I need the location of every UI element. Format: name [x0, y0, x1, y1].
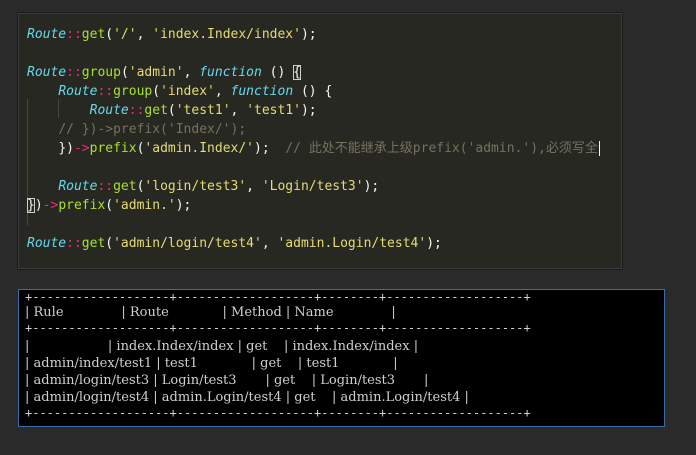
- string-token: 'Login/test3': [261, 179, 364, 194]
- code-line-10[interactable]: })->prefix('admin.');: [27, 196, 191, 215]
- comment-token: // })->prefix('Index/');: [58, 122, 247, 137]
- table-row: | admin/login/test3 | Login/test3 | get …: [25, 373, 429, 388]
- table-border-top: +-------------------+-------------------…: [25, 290, 531, 304]
- string-token: 'test1': [175, 103, 231, 118]
- table-header: | Rule | Route | Method | Name |: [25, 305, 396, 320]
- paren-token: (: [105, 236, 114, 251]
- paren-token: (: [105, 27, 114, 42]
- operator-token: ::: [66, 65, 82, 80]
- class-token: Route: [27, 27, 67, 42]
- operator-token: ::: [66, 236, 82, 251]
- close-token: );: [300, 103, 317, 118]
- matched-brace: }: [27, 198, 35, 213]
- table-row: | | index.Index/index | get | index.Inde…: [25, 339, 419, 354]
- code-line-6[interactable]: // })->prefix('Index/');: [27, 120, 246, 139]
- operator-token: ::: [66, 27, 82, 42]
- matched-brace: {: [293, 65, 301, 80]
- close-token: );: [426, 236, 442, 251]
- method-token: prefix: [89, 141, 137, 156]
- code-line-5[interactable]: Route::get('test1', 'test1');: [27, 101, 317, 120]
- separator-token: ,: [183, 65, 200, 80]
- table-border-mid: +-------------------+-------------------…: [25, 321, 531, 335]
- string-token: 'login/test3': [144, 179, 247, 194]
- class-token: Route: [27, 65, 67, 80]
- close-token: );: [254, 141, 270, 156]
- class-token: Route: [58, 84, 98, 99]
- code-line-3[interactable]: Route::group('admin', function () {: [27, 63, 301, 82]
- code-line-12[interactable]: Route::get('admin/login/test4', 'admin.L…: [27, 234, 442, 253]
- string-token: 'test1': [246, 103, 301, 118]
- paren-token: (: [167, 103, 176, 118]
- code-editor[interactable]: Route::get('/', 'index.Index/index'); Ro…: [18, 13, 622, 269]
- paren-token: (: [152, 84, 161, 99]
- close-token: );: [300, 27, 317, 42]
- method-token: get: [81, 236, 106, 251]
- close-group-token: }): [58, 141, 74, 156]
- separator-token: ,: [136, 27, 153, 42]
- separator-token: ,: [261, 236, 278, 251]
- operator-token: ::: [128, 103, 145, 118]
- class-token: Route: [89, 103, 129, 118]
- code-line-9[interactable]: Route::get('login/test3', 'Login/test3')…: [27, 177, 379, 196]
- separator-token: ,: [246, 179, 262, 194]
- string-token: 'index.Index/index': [152, 27, 301, 42]
- console-output[interactable]: +-------------------+-------------------…: [18, 289, 665, 427]
- method-token: prefix: [58, 198, 106, 213]
- close-token: );: [175, 198, 192, 213]
- table-row: | admin/index/test1 | test1 | get | test…: [25, 356, 398, 371]
- method-token: get: [113, 179, 137, 194]
- method-token: get: [81, 27, 106, 42]
- operator-token: ::: [97, 179, 114, 194]
- code-line-1[interactable]: Route::get('/', 'index.Index/index');: [27, 25, 317, 44]
- arrow-token: ->: [73, 141, 90, 156]
- code-line-4[interactable]: Route::group('index', function () {: [27, 82, 332, 101]
- separator-token: ,: [230, 103, 247, 118]
- string-token: 'admin.': [113, 198, 176, 213]
- string-token: 'admin.Index/': [144, 141, 254, 156]
- close-token: );: [363, 179, 380, 194]
- paren-token: (: [120, 65, 129, 80]
- string-token: 'admin/login/test4': [113, 236, 262, 251]
- string-token: 'index': [160, 84, 215, 99]
- method-token: group: [81, 65, 121, 80]
- string-token: 'admin': [128, 65, 184, 80]
- code-line-7[interactable]: })->prefix('admin.Index/'); // 此处不能继承上级p…: [27, 139, 600, 158]
- class-token: Route: [27, 236, 67, 251]
- separator-token: ,: [214, 84, 231, 99]
- arrow-token: ->: [42, 198, 59, 213]
- operator-token: ::: [97, 84, 114, 99]
- punct-token: () {: [293, 84, 333, 99]
- string-token: '/': [113, 27, 137, 42]
- string-token: 'admin.Login/test4': [277, 236, 427, 251]
- comment-token: // 此处不能继承上级prefix('admin.'),必须写全: [285, 141, 598, 156]
- text-cursor: [598, 141, 600, 156]
- table-row: | admin/login/test4 | admin.Login/test4 …: [25, 390, 469, 405]
- paren-token: (: [105, 198, 114, 213]
- keyword-token: function: [230, 84, 294, 99]
- method-token: group: [113, 84, 153, 99]
- keyword-token: function: [199, 65, 262, 80]
- close-paren-token: ): [34, 198, 43, 213]
- table-border-bottom: +-------------------+-------------------…: [25, 406, 531, 420]
- punct-token: (): [261, 65, 294, 80]
- class-token: Route: [58, 179, 98, 194]
- method-token: get: [144, 103, 168, 118]
